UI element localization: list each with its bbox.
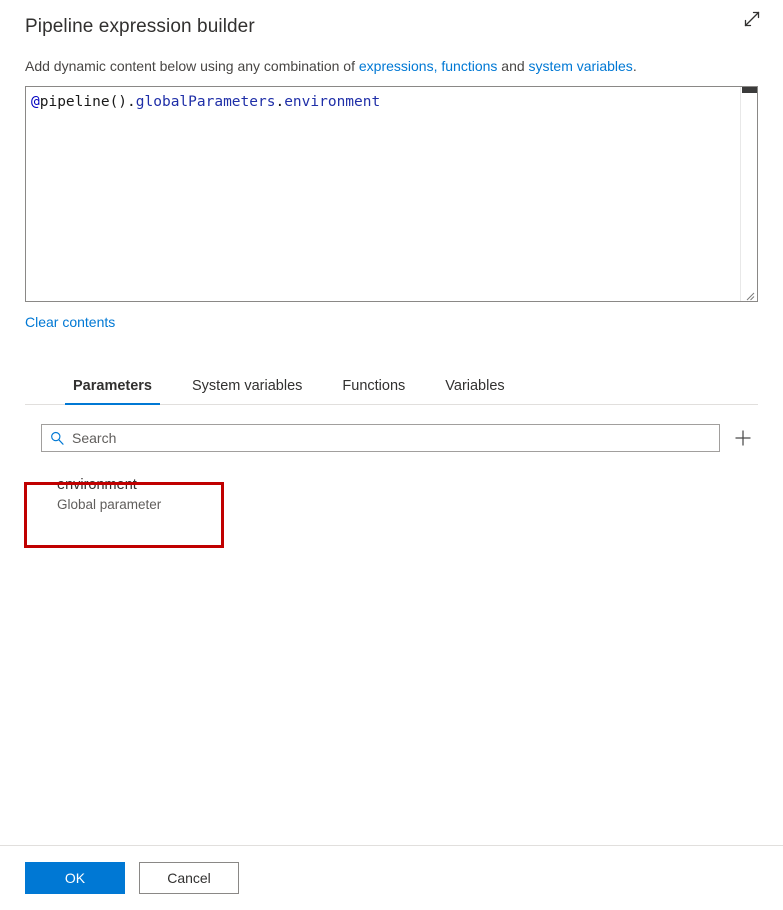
search-row	[25, 423, 758, 453]
page-title: Pipeline expression builder	[25, 16, 255, 37]
plus-icon[interactable]	[728, 423, 758, 453]
description-lead: Add dynamic content below using any comb…	[25, 58, 359, 74]
tab-parameters[interactable]: Parameters	[65, 377, 160, 405]
plus-glyph	[735, 430, 751, 446]
token-pipeline: pipeline	[39, 94, 110, 110]
token-globalparameters: globalParameters	[135, 94, 276, 110]
search-input[interactable]	[72, 430, 711, 446]
editor-scrollbar[interactable]	[740, 87, 757, 301]
expand-diagonal-glyph	[744, 11, 760, 27]
parameter-name: environment	[57, 477, 137, 493]
parameter-list: environment Global parameter	[25, 467, 758, 523]
description-middle: and	[497, 58, 529, 74]
search-icon	[50, 431, 64, 445]
clear-contents-link[interactable]: Clear contents	[25, 314, 115, 330]
expression-editor-content[interactable]: @pipeline().globalParameters.environment	[26, 87, 741, 301]
search-box[interactable]	[41, 424, 720, 452]
token-dot: .	[275, 94, 285, 110]
expand-diagonal-icon[interactable]	[737, 4, 767, 34]
cancel-button[interactable]: Cancel	[139, 862, 239, 894]
resize-grip-icon[interactable]	[743, 288, 755, 301]
clear-contents-row: Clear contents	[0, 302, 783, 332]
tab-variables[interactable]: Variables	[437, 377, 512, 404]
dialog-footer: OK Cancel	[0, 845, 783, 910]
description-trail: .	[632, 58, 637, 74]
expression-line: @pipeline().globalParameters.environment	[26, 87, 741, 113]
parameter-subtitle: Global parameter	[57, 497, 162, 512]
tab-bar: Parameters System variables Functions Va…	[25, 367, 758, 405]
tab-functions[interactable]: Functions	[334, 377, 413, 404]
expressions-functions-link[interactable]: expressions, functions	[359, 58, 498, 74]
dialog-header: Pipeline expression builder	[0, 0, 783, 40]
tab-system-variables[interactable]: System variables	[184, 377, 310, 404]
token-at: @	[31, 94, 40, 110]
system-variables-link[interactable]: system variables	[529, 58, 633, 74]
token-parens: ().	[109, 94, 136, 110]
list-item[interactable]: environment Global parameter	[41, 467, 243, 523]
token-environment: environment	[284, 94, 381, 110]
search-glyph	[51, 431, 64, 445]
ok-button[interactable]: OK	[25, 862, 125, 894]
dialog-description: Add dynamic content below using any comb…	[0, 56, 783, 76]
resize-grip-glyph	[746, 292, 755, 301]
editor-scrollbar-thumb[interactable]	[742, 87, 757, 93]
expression-editor[interactable]: @pipeline().globalParameters.environment	[25, 86, 758, 302]
